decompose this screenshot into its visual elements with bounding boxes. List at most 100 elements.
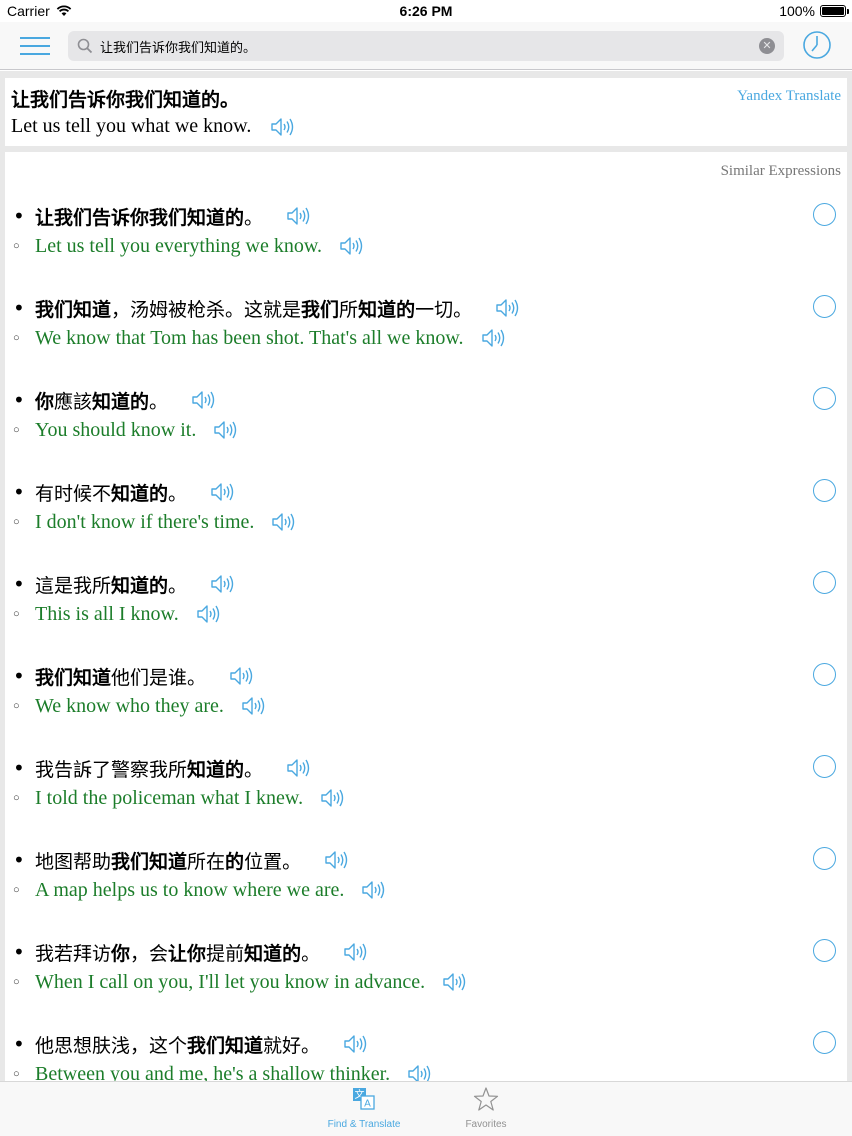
sub-bullet: ○ [13, 976, 20, 988]
speaker-icon[interactable] [285, 757, 311, 779]
english-text: We know that Tom has been shot. That's a… [35, 326, 464, 349]
matched-text: 知道的 [111, 574, 169, 597]
matched-text: 让我们告诉你我们知道的 [35, 206, 245, 229]
chinese-sentence: • 地图帮助 我们知道 所在的位置。 [13, 845, 349, 875]
search-box[interactable]: ✕ [68, 31, 784, 61]
clear-icon[interactable]: ✕ [759, 38, 775, 54]
status-right: 100% [779, 3, 849, 19]
chinese-sentence: • 有时候不 知道的。 [13, 477, 235, 507]
speaker-icon[interactable] [285, 205, 311, 227]
select-circle-button[interactable] [813, 847, 836, 870]
sentence-text: 。 [301, 942, 321, 965]
english-text: This is all I know. [35, 602, 179, 625]
matched-text: 我们 [301, 298, 340, 321]
select-circle-button[interactable] [813, 387, 836, 410]
select-circle-button[interactable] [813, 479, 836, 502]
matched-text: 你 [35, 390, 55, 413]
speaker-icon[interactable] [338, 235, 364, 257]
similar-expression-item: • 你應該 知道的。 ○ You should know it. [5, 385, 847, 477]
sentence-text: 所在 [187, 850, 226, 873]
chinese-sentence: • 让我们告诉你我们知道的。 [13, 201, 311, 231]
tab-find-translate[interactable]: 文 A Find & Translate [314, 1086, 414, 1130]
speaker-icon[interactable] [212, 419, 238, 441]
speaker-icon[interactable] [342, 1033, 368, 1055]
english-sentence: ○ When I call on you, I'll let you know i… [13, 968, 467, 996]
matched-text: 知道的 [244, 942, 302, 965]
english-sentence: ○ We know who they are. [13, 692, 266, 720]
translated-text: Let us tell you what we know. [11, 115, 252, 137]
similar-expression-item: • 有时候不 知道的。 ○ I don't know if there's time. [5, 477, 847, 569]
matched-text: 你 [111, 942, 131, 965]
translation-card: 让我们告诉你我们知道的。 Yandex Translate Let us tel… [5, 78, 847, 146]
translate-icon: 文 A [353, 1088, 375, 1110]
similar-expressions-panel[interactable]: Similar Expressions • 让我们告诉你我们知道的。 ○ Let us… [5, 152, 847, 1081]
nav-bar: ✕ [0, 22, 852, 70]
speaker-icon[interactable] [209, 573, 235, 595]
select-circle-button[interactable] [813, 571, 836, 594]
speaker-icon[interactable] [269, 116, 295, 138]
speaker-icon[interactable] [240, 695, 266, 717]
similar-expression-item: • 這是我所 知道的。 ○ This is all I know. [5, 569, 847, 661]
bullet: • [13, 940, 25, 964]
sub-bullet: ○ [13, 516, 20, 528]
speaker-icon[interactable] [342, 941, 368, 963]
similar-expression-item: • 让我们告诉你我们知道的。 ○ Let us tell you everything… [5, 201, 847, 293]
sentence-text: ，汤姆被枪杀。这就是 [111, 298, 302, 321]
search-icon [77, 38, 93, 54]
menu-button[interactable] [20, 34, 50, 58]
select-circle-button[interactable] [813, 295, 836, 318]
speaker-icon[interactable] [195, 603, 221, 625]
sub-bullet: ○ [13, 424, 20, 436]
chinese-sentence: • 我们知道 他们是谁。 [13, 661, 254, 691]
battery-percent: 100% [779, 3, 815, 19]
similar-expression-item: • 我若拜访你，会 让你 提前 知道的。 ○ When I call on you, I'l… [5, 937, 847, 1029]
tab-favorites[interactable]: Favorites [436, 1086, 536, 1130]
speaker-icon[interactable] [441, 971, 467, 993]
matched-text: 我们知道 [35, 666, 112, 689]
sentence-text: 應該 [54, 390, 93, 413]
select-circle-button[interactable] [813, 755, 836, 778]
english-text: Between you and me, he's a shallow think… [35, 1062, 391, 1082]
select-circle-button[interactable] [813, 203, 836, 226]
bullet: • [13, 204, 25, 228]
sub-bullet: ○ [13, 884, 20, 896]
english-sentence: ○ A map helps us to know where we are. [13, 876, 386, 904]
speaker-icon[interactable] [270, 511, 296, 533]
sentence-text: 。 [244, 206, 264, 229]
english-text: Let us tell you everything we know. [35, 234, 322, 257]
matched-text: 我们知道 [187, 1034, 264, 1057]
history-clock-icon[interactable] [802, 30, 832, 60]
sentence-text: 。 [149, 390, 169, 413]
speaker-icon[interactable] [480, 327, 506, 349]
yandex-translate-link[interactable]: Yandex Translate [737, 88, 841, 105]
similar-expression-item: • 地图帮助 我们知道 所在的位置。 ○ A map helps us to know w… [5, 845, 847, 937]
speaker-icon[interactable] [228, 665, 254, 687]
source-text: 让我们告诉你我们知道的。 [11, 89, 240, 111]
chinese-sentence: • 這是我所 知道的。 [13, 569, 235, 599]
sentence-text: 地图帮助 [35, 850, 112, 873]
sentence-text: 。 [244, 758, 264, 781]
tab-label: Find & Translate [327, 1119, 401, 1130]
speaker-icon[interactable] [209, 481, 235, 503]
matched-text: 我们知道 [111, 850, 188, 873]
matched-text: 知道的 [92, 390, 150, 413]
sentence-text: 這是我所 [35, 574, 112, 597]
speaker-icon[interactable] [190, 389, 216, 411]
bullet: • [13, 572, 25, 596]
matched-text: 的 [225, 850, 245, 873]
select-circle-button[interactable] [813, 939, 836, 962]
english-sentence: ○ Let us tell you everything we know. [13, 232, 364, 260]
select-circle-button[interactable] [813, 663, 836, 686]
select-circle-button[interactable] [813, 1031, 836, 1054]
speaker-icon[interactable] [494, 297, 520, 319]
bullet: • [13, 296, 25, 320]
translated-text-row: Let us tell you what we know. [11, 115, 295, 138]
search-input[interactable] [100, 31, 740, 61]
status-time: 6:26 PM [399, 3, 453, 19]
matched-text: 知道的 [111, 482, 169, 505]
speaker-icon[interactable] [360, 879, 386, 901]
sentence-text: ，会 [130, 942, 169, 965]
speaker-icon[interactable] [406, 1063, 432, 1081]
speaker-icon[interactable] [323, 849, 349, 871]
speaker-icon[interactable] [319, 787, 345, 809]
